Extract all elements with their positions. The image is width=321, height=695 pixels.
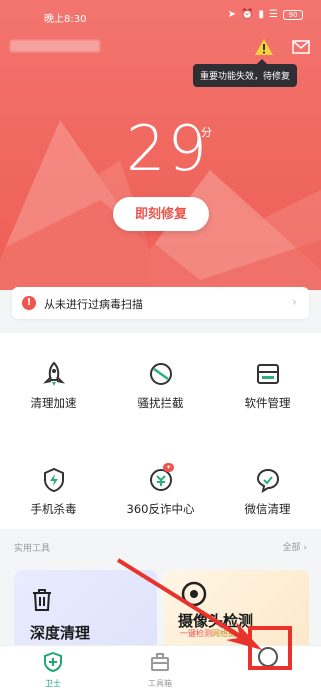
trash-icon (33, 589, 51, 611)
nav-label: 工具箱 (148, 679, 172, 688)
warning-icon[interactable] (254, 38, 274, 56)
tool-label: 清理加速 (30, 396, 77, 410)
guard-icon (44, 651, 62, 673)
alarm-icon: ⏰ (241, 9, 254, 20)
location-icon: ➤ (227, 9, 237, 20)
tool-software-manage[interactable]: 软件管理 (214, 361, 321, 439)
tool-anti-fraud[interactable]: ✦ 360反诈中心 (107, 463, 214, 545)
software-icon (256, 364, 279, 384)
fix-now-button[interactable]: 即刻修复 (113, 197, 209, 231)
virus-scan-alert[interactable]: ! 从未进行过病毒扫描 › (12, 287, 309, 319)
battery-icon: 90 (283, 9, 303, 20)
wifi-icon: ☰ (269, 9, 278, 20)
tool-label: 360反诈中心 (126, 502, 195, 516)
wechat-icon (256, 468, 279, 493)
nav-guard[interactable]: 卫士 (23, 651, 83, 689)
score-unit: 分 (201, 126, 212, 139)
account-name-blurred (10, 40, 100, 52)
warning-tooltip: 重要功能失效，待修复 (193, 59, 298, 87)
camera-icon (181, 581, 207, 607)
alert-text: 从未进行过病毒扫描 (44, 298, 143, 311)
card-subtitle-highlight: 一键检测 (180, 629, 212, 638)
tool-label: 微信清理 (244, 502, 291, 516)
hero-panel: 晚上8:30 ➤ ⏰ ▮ ☰ 90 重要功能失效，待修复 29 分 即刻修复 (0, 0, 321, 290)
nav-label: 卫士 (45, 679, 61, 688)
section-title: 实用工具 (14, 544, 51, 554)
nav-toolbox[interactable]: 工具箱 (130, 652, 190, 689)
signal-icon: ▮ (258, 9, 265, 20)
tool-label: 手机杀毒 (30, 502, 77, 516)
new-badge: ✦ (163, 463, 175, 472)
tool-antivirus[interactable]: 手机杀毒 (0, 467, 107, 545)
chevron-right-icon: › (291, 295, 297, 310)
toolbox-icon (151, 653, 169, 671)
tool-label: 软件管理 (244, 396, 291, 410)
card-title: 深度清理 (30, 624, 91, 642)
shield-bolt-icon (43, 467, 64, 493)
security-score: 29 (126, 112, 209, 185)
rocket-icon (42, 361, 65, 386)
deep-clean-card[interactable]: 深度清理 (14, 570, 157, 650)
status-time: 晚上8:30 (44, 14, 87, 25)
tool-harass-block[interactable]: 骚扰拦截 (107, 361, 214, 439)
tool-label: 骚扰拦截 (137, 396, 184, 410)
card-subtitle: 一键检测网络摄 (180, 628, 236, 639)
tool-clean-speedup[interactable]: 清理加速 (0, 361, 107, 439)
status-bar: 晚上8:30 ➤ ⏰ ▮ ☰ 90 (0, 8, 321, 25)
mail-icon[interactable] (292, 40, 310, 54)
practical-tools-header: 实用工具 全部 › (0, 537, 321, 559)
view-all-label: 全部 (282, 543, 301, 553)
tool-wechat-clean[interactable]: 微信清理 (214, 467, 321, 545)
view-all-link[interactable]: 全部 › (283, 540, 307, 553)
alert-icon: ! (22, 296, 36, 310)
tool-grid: 清理加速 骚扰拦截 软件管理 手机杀毒 ✦ 360反诈中心 微信清理 (0, 333, 321, 529)
card-subtitle-rest: 网络摄 (212, 629, 236, 638)
block-icon (149, 363, 172, 385)
annotation-highlight-box (248, 626, 292, 670)
